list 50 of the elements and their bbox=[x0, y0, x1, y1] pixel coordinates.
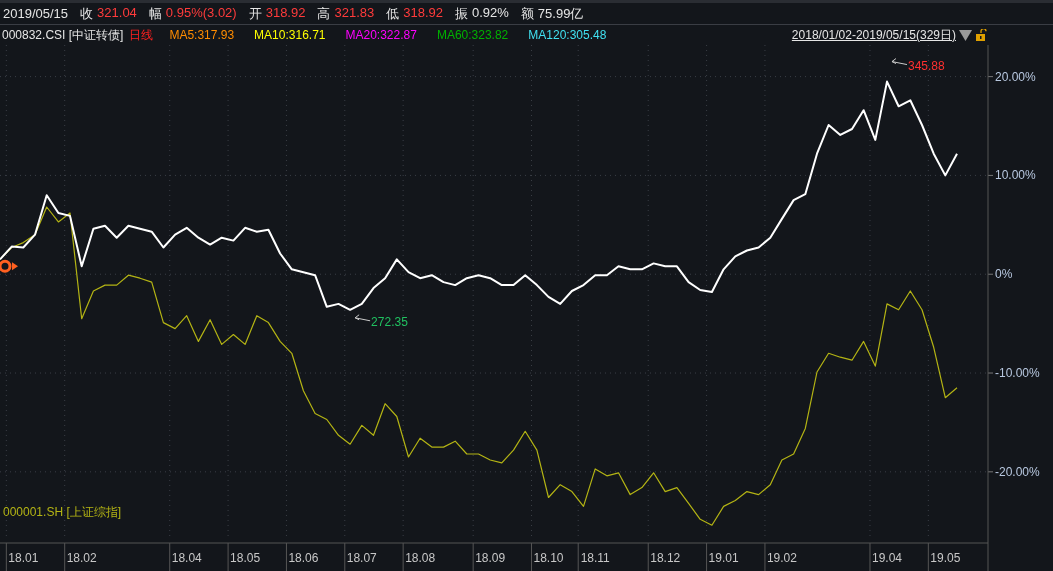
field-value: 0.95%(3.02) bbox=[165, 4, 237, 22]
field-label: 额 bbox=[520, 4, 534, 23]
x-tick-label: 18.10 bbox=[533, 551, 564, 565]
series-label: 000001.SH [上证综指] bbox=[3, 505, 122, 519]
field-value: 318.92 bbox=[265, 4, 306, 22]
y-tick-label: 20.00% bbox=[995, 69, 1036, 84]
moving-average: MA5:317.93 bbox=[169, 28, 235, 42]
x-tick-label: 19.01 bbox=[708, 551, 739, 565]
field-value: 321.83 bbox=[334, 4, 375, 22]
leader-arrow bbox=[354, 314, 371, 322]
field-label: 振 bbox=[454, 4, 468, 23]
field-label: 开 bbox=[248, 4, 262, 23]
moving-average: MA120:305.48 bbox=[528, 28, 607, 42]
moving-average: MA60:323.82 bbox=[436, 28, 509, 42]
field-value: 318.92 bbox=[403, 4, 443, 22]
x-tick-label: 18.02 bbox=[66, 551, 97, 565]
y-tick-label: 0% bbox=[995, 267, 1013, 282]
x-tick-label: 19.05 bbox=[930, 551, 961, 565]
field-value: 75.99亿 bbox=[537, 4, 584, 23]
period-label[interactable]: 日线 bbox=[129, 26, 154, 44]
extreme-value-label: 345.88 bbox=[908, 58, 945, 73]
field-label: 低 bbox=[386, 4, 400, 23]
field-label: 幅 bbox=[148, 4, 162, 23]
x-tick-label: 18.01 bbox=[8, 551, 39, 565]
x-tick-label: 18.09 bbox=[475, 551, 506, 565]
lock-icon[interactable] bbox=[976, 29, 987, 41]
y-tick-label: -20.00% bbox=[995, 464, 1040, 479]
field-value: 321.04 bbox=[97, 4, 137, 22]
x-tick-label: 18.08 bbox=[405, 551, 436, 565]
dropdown-icon[interactable] bbox=[959, 29, 972, 41]
x-tick-label: 19.04 bbox=[871, 551, 902, 565]
x-tick-label: 18.05 bbox=[230, 551, 261, 565]
moving-average: MA20:322.87 bbox=[345, 28, 417, 42]
x-tick-label: 18.07 bbox=[346, 551, 377, 565]
x-tick-label: 18.06 bbox=[288, 551, 319, 565]
field-label: 收 bbox=[80, 4, 94, 23]
field-value: 0.92% bbox=[471, 4, 509, 22]
moving-average: MA10:316.71 bbox=[254, 28, 326, 42]
security-name: 000832.CSI [中证转债] bbox=[2, 26, 124, 44]
quote-date: 2019/05/15 bbox=[3, 6, 69, 21]
x-tick-label: 18.12 bbox=[650, 551, 681, 565]
x-tick-label: 18.11 bbox=[580, 551, 610, 565]
leader-arrow bbox=[891, 58, 908, 66]
y-tick-label: -10.00% bbox=[995, 366, 1040, 380]
x-tick-label: 19.02 bbox=[766, 551, 797, 565]
field-label: 高 bbox=[317, 4, 331, 23]
extreme-value-label: 272.35 bbox=[371, 314, 408, 329]
x-tick-label: 18.04 bbox=[171, 551, 202, 565]
date-range-link[interactable]: 2018/01/02-2019/05/15(329日) bbox=[791, 26, 956, 44]
y-tick-label: 10.00% bbox=[995, 168, 1036, 183]
